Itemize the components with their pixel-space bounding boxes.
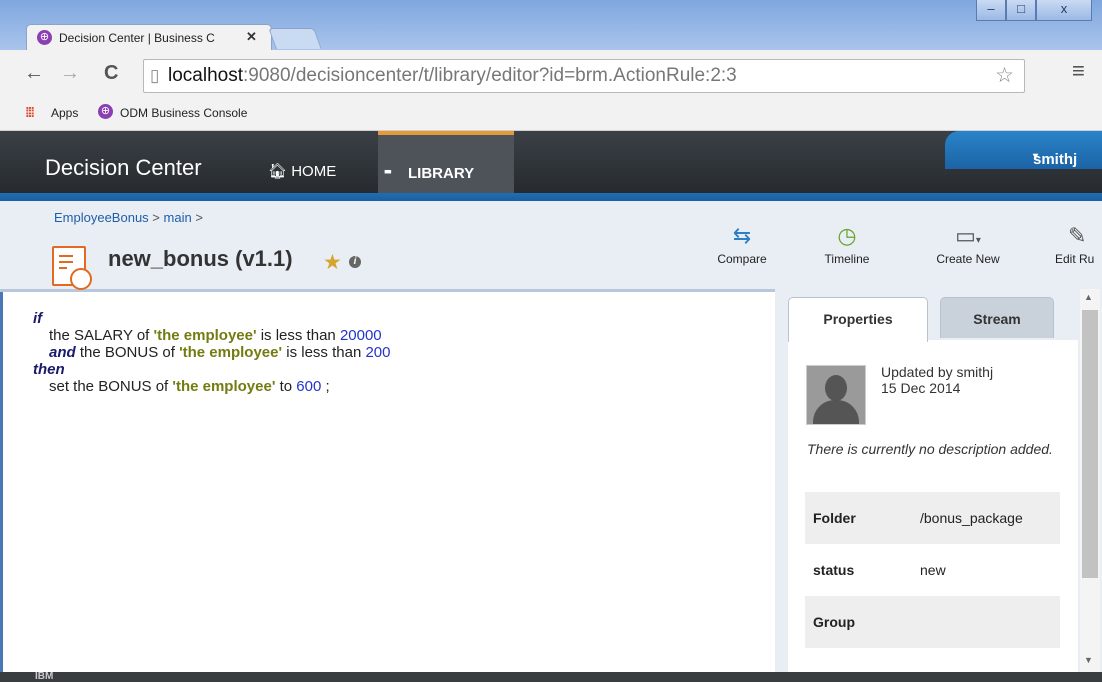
header-accent-strip — [0, 193, 1102, 201]
menu-icon[interactable]: ≡ — [1072, 58, 1085, 84]
reload-icon[interactable]: C — [104, 62, 118, 85]
maximize-icon[interactable]: □ — [1006, 0, 1036, 21]
edit-icon: ✎ — [1068, 223, 1087, 248]
odm-bookmark-icon: ⊕ — [98, 104, 113, 119]
window-controls: – □ x — [976, 0, 1094, 22]
keyword-then: then — [33, 361, 65, 378]
browser-tab[interactable]: ⊕ Decision Center | Business C ✕ — [26, 24, 272, 51]
new-tab-button[interactable] — [268, 28, 322, 49]
avatar — [806, 365, 866, 425]
create-new-button[interactable]: ▭▾ Create New — [928, 220, 1008, 266]
back-icon[interactable]: ← — [24, 62, 44, 85]
property-row-group: Group — [805, 596, 1060, 648]
property-row-folder: Folder/bonus_package — [805, 492, 1060, 544]
page-title: new_bonus (v1.1) — [108, 246, 293, 271]
odm-favicon-icon: ⊕ — [37, 30, 52, 45]
close-tab-icon[interactable]: ✕ — [246, 29, 257, 45]
home-icon: 🏠︎ — [268, 163, 288, 180]
bookmark-odm-business-console[interactable]: ODM Business Console — [120, 106, 247, 120]
page-icon: ▯ — [150, 66, 160, 85]
scrollbar-thumb[interactable] — [1082, 310, 1098, 578]
property-row-status: status new — [805, 544, 1060, 596]
user-menu[interactable]: smithj ▾ — [945, 131, 1102, 169]
breadcrumb: EmployeeBonus > main > — [54, 210, 203, 225]
description-text: There is currently no description added. — [807, 441, 1053, 457]
nav-home[interactable]: 🏠︎ HOME — [268, 162, 336, 180]
footer: IBM — [0, 671, 1102, 682]
keyword-if: if — [33, 310, 43, 327]
apps-grid-icon[interactable]: ⁞⁞⁞ — [25, 104, 35, 120]
scroll-up-icon[interactable]: ▲ — [1084, 292, 1093, 302]
tab-stream[interactable]: Stream — [940, 297, 1054, 338]
chevron-down-icon: ▾ — [1033, 151, 1039, 162]
updated-info: Updated by smithj 15 Dec 2014 — [881, 364, 994, 396]
timeline-clock-icon: ◷ — [837, 223, 857, 248]
property-row-effective-date — [805, 648, 1060, 672]
create-new-icon: ▭▾ — [955, 223, 981, 248]
url-text: localhost:9080/decisioncenter/t/library/… — [168, 65, 737, 86]
bookmark-apps[interactable]: Apps — [51, 106, 78, 120]
info-icon[interactable]: i — [349, 256, 361, 268]
nav-library-label: LIBRARY — [408, 165, 475, 182]
tab-properties[interactable]: Properties — [788, 297, 928, 342]
favorite-star-icon[interactable]: ★ — [323, 250, 342, 275]
close-window-icon[interactable]: x — [1036, 0, 1092, 21]
timeline-button[interactable]: ◷ Timeline — [815, 220, 879, 266]
rule-content[interactable]: if the SALARY of 'the employee' is less … — [33, 310, 391, 395]
scroll-down-icon[interactable]: ▼ — [1084, 655, 1093, 665]
app-brand: Decision Center — [45, 155, 202, 180]
address-bar[interactable]: ▯ localhost:9080/decisioncenter/t/librar… — [143, 59, 1025, 93]
edit-rule-button[interactable]: ✎ Edit Ru — [1052, 220, 1102, 266]
forward-icon[interactable]: → — [60, 62, 80, 85]
breadcrumb-project[interactable]: EmployeeBonus — [54, 210, 149, 225]
compare-icon: ⇆ — [732, 223, 752, 248]
minimize-icon[interactable]: – — [976, 0, 1006, 21]
breadcrumb-branch[interactable]: main — [164, 210, 192, 225]
nav-library[interactable]: ▪▪ LIBRARY — [378, 131, 514, 201]
tab-title: Decision Center | Business C — [59, 31, 215, 45]
library-grid-icon: ▪▪ — [384, 163, 392, 179]
bookmark-star-icon[interactable]: ☆ — [995, 63, 1014, 88]
compare-button[interactable]: ⇆ Compare — [712, 220, 772, 266]
action-rule-icon — [52, 246, 92, 290]
editor-left-border — [0, 292, 3, 672]
